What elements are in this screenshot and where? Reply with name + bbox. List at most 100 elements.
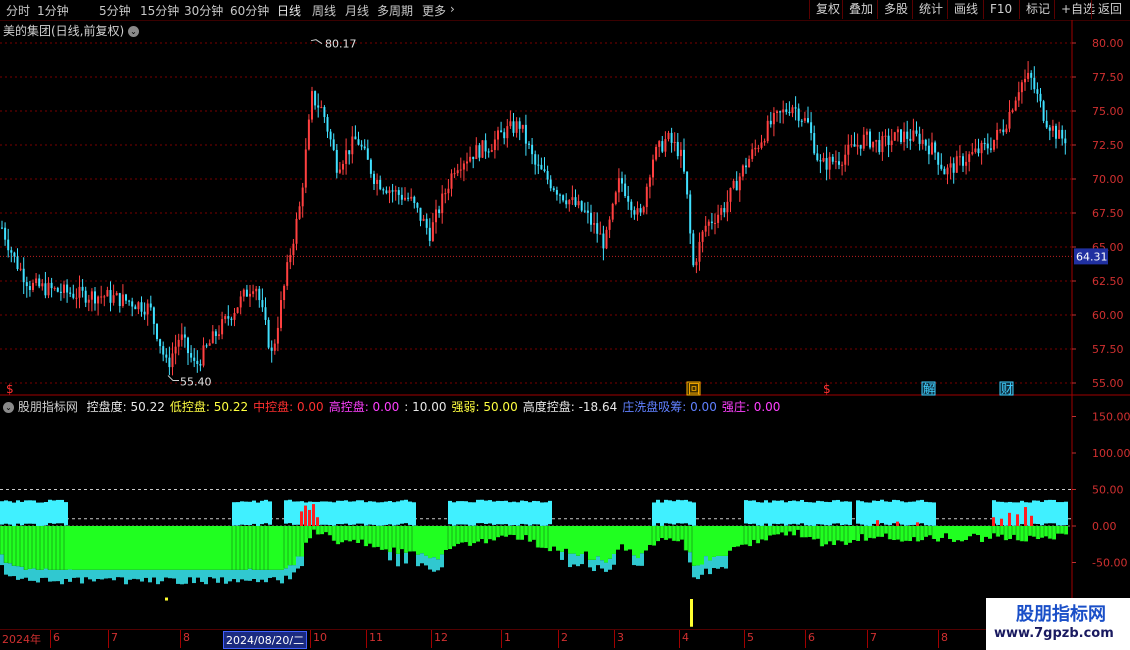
candle-body <box>121 294 124 307</box>
green-bar <box>0 526 4 555</box>
green-bar <box>328 526 332 536</box>
candle-body <box>1051 125 1054 131</box>
watermark-url: www.7gpzb.com <box>994 626 1114 641</box>
green-bar <box>64 526 68 570</box>
candle-body <box>655 146 658 160</box>
cyan-bottom-bar <box>720 555 724 568</box>
high-price-label: 80.17 <box>325 38 357 51</box>
chevron-down-icon[interactable]: ⌄ <box>3 402 14 413</box>
candle-body <box>636 208 639 215</box>
green-bar <box>204 526 208 570</box>
cyan-bar <box>1020 500 1024 525</box>
tool-restore-rights[interactable]: 复权 <box>809 0 846 19</box>
red-bar <box>876 520 879 526</box>
candle-body <box>72 293 75 298</box>
candle-body <box>478 145 481 158</box>
green-bar <box>48 526 52 570</box>
green-bar <box>736 526 740 547</box>
period-weekly[interactable]: 周线 <box>312 2 336 19</box>
candle-body <box>776 111 778 114</box>
tool-f10[interactable]: F10 <box>983 0 1018 19</box>
green-bar <box>172 526 176 570</box>
cyan-bar <box>288 499 292 524</box>
tool-back[interactable]: 返回 <box>1091 0 1128 19</box>
candle-body <box>986 143 989 149</box>
chart-canvas[interactable]: 80.0077.5075.0072.5070.0067.5065.0062.50… <box>0 20 1130 630</box>
cyan-bar <box>668 500 672 524</box>
candle-body <box>881 136 884 153</box>
candle-body <box>831 156 834 162</box>
candle-body <box>710 221 713 223</box>
green-bar <box>644 526 648 551</box>
cyan-bottom-bar <box>0 554 4 566</box>
cyan-bar <box>12 502 16 526</box>
period-intraday[interactable]: 分时 <box>6 2 30 19</box>
green-bar <box>296 526 300 557</box>
green-bar <box>240 526 244 570</box>
tool-draw-line[interactable]: 画线 <box>947 0 984 19</box>
candle-body <box>13 252 16 257</box>
period-monthly[interactable]: 月线 <box>345 2 369 19</box>
green-bar <box>996 526 1000 537</box>
candle-body <box>4 227 7 240</box>
green-bar <box>596 526 600 557</box>
candle-body <box>819 160 822 162</box>
candle-body <box>642 207 645 213</box>
tool-overlay[interactable]: 叠加 <box>842 0 879 19</box>
candle-body <box>1017 92 1020 101</box>
green-bar <box>464 526 468 543</box>
indicator-field-value: 0.00 <box>753 400 781 414</box>
green-bar <box>812 526 816 540</box>
candle-body <box>1064 138 1067 144</box>
period-60min[interactable]: 60分钟 <box>230 2 269 19</box>
cyan-bar <box>884 501 888 525</box>
green-bar <box>804 526 808 538</box>
more-chevron-icon[interactable]: › <box>450 2 455 16</box>
candle-body <box>298 206 301 219</box>
cyan-bottom-bar <box>52 569 56 582</box>
tool-mark[interactable]: 标记 <box>1019 0 1056 19</box>
cyan-bar <box>748 500 752 525</box>
candle-body <box>323 107 326 118</box>
cyan-bottom-bar <box>636 558 640 566</box>
green-bar <box>148 526 152 570</box>
green-bar <box>788 526 792 532</box>
candle-body <box>524 124 527 144</box>
green-bar <box>1008 526 1012 539</box>
tool-statistics[interactable]: 统计 <box>912 0 949 19</box>
period-multi[interactable]: 多周期 <box>377 2 413 19</box>
candle-body <box>853 144 856 147</box>
indicator-field-label: 控盘度: <box>86 400 131 414</box>
green-bar <box>16 526 20 567</box>
candle-body <box>528 143 530 145</box>
candle-body <box>391 190 394 192</box>
period-1min[interactable]: 1分钟 <box>37 2 69 19</box>
cyan-bar <box>820 501 824 525</box>
candle-body <box>286 262 289 286</box>
cyan-bar <box>364 502 368 526</box>
cyan-bottom-bar <box>152 569 156 578</box>
period-15min[interactable]: 15分钟 <box>140 2 179 19</box>
period-5min[interactable]: 5分钟 <box>99 2 131 19</box>
candle-body <box>16 256 19 270</box>
candle-body <box>924 139 927 146</box>
period-daily[interactable]: 日线 <box>277 2 301 19</box>
chevron-down-icon[interactable]: ⌄ <box>128 26 140 37</box>
cyan-bar <box>404 499 408 524</box>
cyan-bar <box>268 501 272 525</box>
green-bar <box>680 526 684 540</box>
period-more[interactable]: 更多 <box>422 2 446 19</box>
candle-body <box>447 188 450 194</box>
green-bar <box>132 526 136 570</box>
tool-multi-stock[interactable]: 多股 <box>877 0 914 19</box>
candle-body <box>208 343 211 346</box>
candle-body <box>1011 110 1014 112</box>
candle-body <box>252 291 255 294</box>
price-tick-label: 77.50 <box>1092 71 1124 84</box>
candle-body <box>630 201 633 211</box>
cyan-bar <box>996 501 1000 526</box>
period-30min[interactable]: 30分钟 <box>184 2 223 19</box>
cyan-bottom-bar <box>568 553 572 568</box>
green-bar <box>1064 526 1068 535</box>
candle-body <box>989 148 992 150</box>
